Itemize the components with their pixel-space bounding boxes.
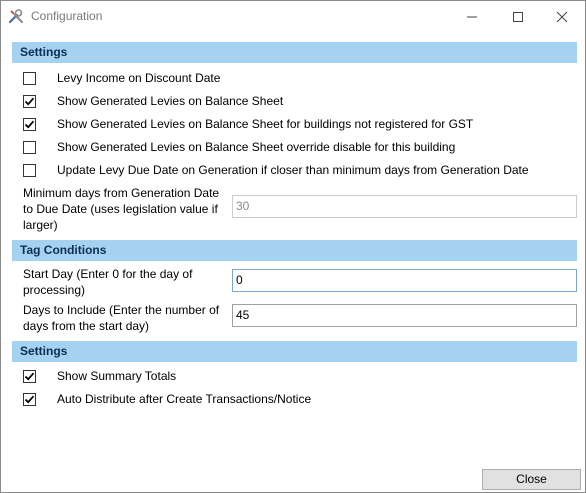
section-header-settings: Settings <box>12 42 577 63</box>
checkbox-checked[interactable] <box>23 94 36 108</box>
close-window-button[interactable] <box>539 1 585 32</box>
checkbox-unchecked[interactable] <box>23 71 36 85</box>
maximize-icon <box>512 11 524 23</box>
checkbox-label: Levy Income on Discount Date <box>57 71 221 85</box>
checkbox-label: Update Levy Due Date on Generation if cl… <box>57 163 529 177</box>
checkbox-show-levies-override[interactable]: Show Generated Levies on Balance Sheet o… <box>23 138 455 156</box>
checkbox-show-summary-totals[interactable]: Show Summary Totals <box>23 367 176 385</box>
section-header-tag-conditions: Tag Conditions <box>12 240 577 261</box>
min-days-label: Minimum days from Generation Date to Due… <box>23 186 220 232</box>
days-include-label: Days to Include (Enter the number of day… <box>23 303 220 333</box>
checkmark-icon <box>24 120 35 129</box>
checkbox-label: Show Summary Totals <box>57 369 177 383</box>
checkbox-checked[interactable] <box>23 392 36 406</box>
checkbox-label: Show Generated Levies on Balance Sheet f… <box>57 117 474 131</box>
start-day-input[interactable]: 0 <box>232 269 577 292</box>
section-header-settings-2: Settings <box>12 341 577 362</box>
checkbox-label: Show Generated Levies on Balance Sheet <box>57 94 284 108</box>
checkmark-icon <box>24 372 35 381</box>
checkbox-unchecked[interactable] <box>23 163 36 177</box>
min-days-input[interactable]: 30 <box>232 195 577 218</box>
maximize-button[interactable] <box>495 1 541 32</box>
window-title: Configuration <box>31 9 103 23</box>
close-button[interactable]: Close <box>482 469 581 490</box>
checkbox-checked[interactable] <box>23 369 36 383</box>
checkbox-checked[interactable] <box>23 117 36 131</box>
days-include-input[interactable]: 45 <box>232 304 577 327</box>
tools-icon <box>8 8 24 24</box>
checkmark-icon <box>24 97 35 106</box>
close-icon <box>556 11 568 23</box>
minimize-button[interactable] <box>449 1 495 32</box>
minimize-icon <box>466 11 478 23</box>
start-day-label: Start Day (Enter 0 for the day of proces… <box>23 267 193 297</box>
checkbox-levy-income-discount[interactable]: Levy Income on Discount Date <box>23 69 220 87</box>
checkbox-label: Auto Distribute after Create Transaction… <box>57 392 312 406</box>
checkbox-show-levies-not-gst[interactable]: Show Generated Levies on Balance Sheet f… <box>23 115 473 133</box>
checkbox-auto-distribute[interactable]: Auto Distribute after Create Transaction… <box>23 390 311 408</box>
checkbox-update-due-date[interactable]: Update Levy Due Date on Generation if cl… <box>23 161 529 179</box>
configuration-window: Configuration Settings Levy Income on Di… <box>0 0 586 493</box>
checkbox-label: Show Generated Levies on Balance Sheet o… <box>57 140 456 154</box>
title-bar: Configuration <box>1 1 585 32</box>
checkbox-unchecked[interactable] <box>23 140 36 154</box>
checkmark-icon <box>24 395 35 404</box>
checkbox-show-levies-balance-sheet[interactable]: Show Generated Levies on Balance Sheet <box>23 92 283 110</box>
